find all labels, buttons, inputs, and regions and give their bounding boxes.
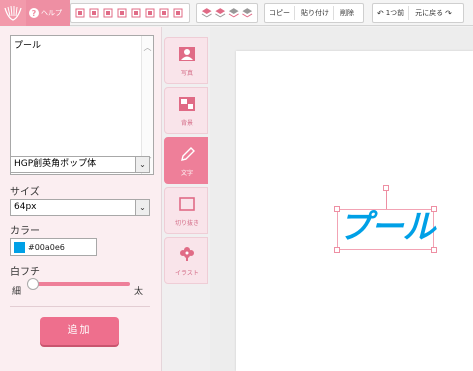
undo-label: 1つ前 [385, 9, 405, 17]
tab-illustration-label: イラスト [175, 270, 199, 277]
slider-min-label: 細 [12, 287, 22, 297]
scroll-up-icon[interactable]: ︿ [142, 42, 153, 54]
color-label: カラー [10, 226, 40, 237]
layer-forward-icon [215, 8, 226, 14]
resize-handle-tr[interactable] [431, 206, 437, 212]
help-icon: ? [29, 8, 39, 18]
photo-icon [179, 47, 195, 61]
layer-front-icon [201, 8, 212, 14]
tab-photo-label: 写真 [180, 70, 193, 77]
textarea-scrollbar[interactable]: ︿ ﹀ [141, 36, 153, 174]
text-input-area[interactable]: プール ︿ ﹀ [10, 35, 154, 175]
align-icons [75, 8, 183, 18]
add-button[interactable]: 追加 [40, 317, 119, 345]
tab-background-label: 背景 [180, 120, 193, 127]
undo-icon: ↶ [377, 8, 384, 18]
layer-back-icon [242, 8, 253, 14]
size-select[interactable]: 64px ⌄ [10, 199, 150, 216]
work-area [210, 27, 473, 371]
tab-crop-label: 切り抜き [174, 220, 199, 227]
tab-text-label: 文字 [180, 170, 193, 177]
resize-handle-bl[interactable] [334, 247, 340, 253]
align-tools [70, 3, 190, 23]
outline-slider-handle[interactable] [27, 278, 39, 290]
outline-slider-track[interactable] [30, 282, 130, 286]
tab-text[interactable]: 文字 [164, 137, 208, 184]
chevron-down-icon: ⌄ [135, 157, 149, 172]
help-label: ヘルプ [41, 9, 62, 17]
flower-icon [180, 247, 194, 261]
pencil-icon [181, 147, 195, 161]
canvas-text-object[interactable]: プール [338, 203, 436, 251]
tab-background[interactable]: 背景 [164, 87, 208, 134]
redo-label: 元に戻る [415, 9, 444, 17]
tab-crop[interactable]: 切り抜き [164, 187, 208, 234]
resize-handle-br[interactable] [431, 247, 437, 253]
panel-divider [10, 306, 150, 307]
text-settings-panel: プール ︿ ﹀ HGP創英角ポップ体 ⌄ サイズ 64px ⌄ カラー #00a… [0, 27, 162, 371]
redo-icon: ↷ [445, 8, 452, 18]
layer-icons [201, 8, 253, 18]
tab-photo[interactable]: 写真 [164, 37, 208, 84]
layer-backward-icon [228, 8, 239, 14]
resize-handle-tl[interactable] [334, 206, 340, 212]
app-logo[interactable] [0, 0, 26, 26]
text-input-value: プール [14, 41, 42, 51]
font-select[interactable]: HGP創英角ポップ体 ⌄ [10, 156, 150, 173]
top-toolbar: ? ヘルプ コピー 貼り付け 削除 ↶ 1つ前 元に戻る ↷ [0, 0, 473, 26]
outline-label: 白フチ [10, 267, 40, 278]
color-picker-field[interactable]: #00a0e6 [10, 238, 97, 256]
color-value: #00a0e6 [28, 242, 65, 252]
tab-illustration[interactable]: イラスト [164, 237, 208, 284]
size-select-value: 64px [14, 202, 37, 212]
layer-tools [196, 3, 258, 23]
redo-button[interactable]: 元に戻る ↷ [411, 6, 456, 20]
help-button[interactable]: ? ヘルプ [26, 0, 70, 26]
edit-tools: コピー 貼り付け 削除 [264, 3, 364, 23]
history-tools: ↶ 1つ前 元に戻る ↷ [372, 3, 464, 23]
size-label: サイズ [10, 187, 40, 198]
chevron-down-icon: ⌄ [135, 200, 149, 215]
color-swatch[interactable] [14, 241, 25, 253]
crop-icon [179, 197, 195, 211]
copy-button[interactable]: コピー [265, 6, 295, 20]
rotate-handle[interactable] [383, 185, 389, 191]
delete-button[interactable]: 削除 [336, 6, 358, 20]
undo-button[interactable]: ↶ 1つ前 [373, 6, 410, 20]
paste-button[interactable]: 貼り付け [297, 6, 334, 20]
font-select-value: HGP創英角ポップ体 [14, 159, 97, 169]
slider-max-label: 太 [134, 287, 144, 297]
background-icon [179, 97, 195, 111]
tool-tabs: 写真 背景 文字 切り抜き イラスト [162, 27, 210, 371]
hands-logo-icon [4, 5, 22, 21]
